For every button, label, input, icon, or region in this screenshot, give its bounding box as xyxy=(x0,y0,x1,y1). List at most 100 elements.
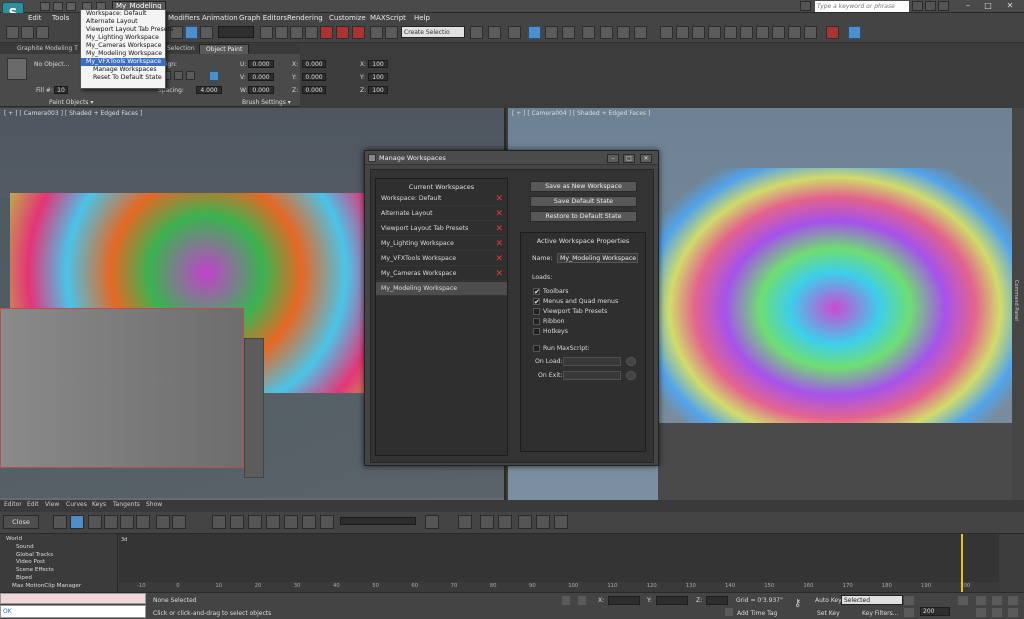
axis-yz-icon[interactable] xyxy=(740,26,753,39)
isolate-curve-icon[interactable] xyxy=(554,515,568,529)
track-node[interactable]: Video Post xyxy=(16,559,45,566)
track-key-area[interactable] xyxy=(119,534,999,582)
render-setup-icon[interactable] xyxy=(600,26,613,39)
layers-icon[interactable] xyxy=(508,26,521,39)
z-coord-field[interactable] xyxy=(706,596,728,605)
brush-settings-button[interactable]: Brush Settings ▾ xyxy=(242,99,291,106)
menu-item-cameras[interactable]: My_Cameras Workspace xyxy=(81,42,165,50)
auto-key-button[interactable]: Auto Key xyxy=(815,597,842,604)
dialog-maximize-icon[interactable]: □ xyxy=(623,154,635,163)
x-offset-field[interactable]: 0.000 xyxy=(302,60,326,68)
paint-objects-button[interactable]: Paint Objects ▾ xyxy=(49,99,93,106)
render-icon[interactable] xyxy=(634,26,647,39)
v-field[interactable]: 0.000 xyxy=(248,73,274,81)
material-editor-icon[interactable] xyxy=(582,26,595,39)
track-node[interactable]: Global Tracks xyxy=(16,552,53,559)
remove-workspace-icon[interactable]: ✕ xyxy=(495,238,503,250)
remove-workspace-icon[interactable]: ✕ xyxy=(495,268,503,280)
pan-view-icon[interactable] xyxy=(1008,596,1018,605)
workspace-list-item[interactable]: My_Cameras Workspace ✕ xyxy=(376,267,507,281)
load-option-checkbox[interactable]: ✔ xyxy=(533,288,540,296)
trackview-menu-keys[interactable]: Keys xyxy=(92,501,106,508)
axis-zx-icon[interactable] xyxy=(756,26,769,39)
time-config-icon[interactable] xyxy=(958,596,968,605)
save-default-state-button[interactable]: Save Default State xyxy=(530,196,637,207)
lock-icon[interactable] xyxy=(562,596,570,605)
menu-item-viewport-layout-tab-presets[interactable]: Viewport Layout Tab Presets xyxy=(81,26,173,34)
on-exit-browse-button[interactable] xyxy=(626,371,636,380)
zoom-icon[interactable] xyxy=(518,515,532,529)
angle-snap-icon[interactable] xyxy=(336,26,349,39)
maxscript-output[interactable]: OK xyxy=(0,605,146,618)
menu-customize[interactable]: Customize xyxy=(329,13,366,24)
y-scale-field[interactable]: 100 xyxy=(368,73,388,81)
selection-set-dropdown[interactable]: Create Selectio xyxy=(401,26,465,38)
select-region-icon[interactable] xyxy=(185,26,198,39)
mirror-icon[interactable] xyxy=(470,26,483,39)
minimize-icon[interactable]: – xyxy=(960,1,976,11)
trackview-menu-editor[interactable]: Editor xyxy=(4,501,22,508)
scale-icon[interactable] xyxy=(305,26,318,39)
menu-animation[interactable]: Animation xyxy=(202,13,238,24)
track-node[interactable]: Biped xyxy=(16,575,32,582)
menu-help[interactable]: Help xyxy=(414,13,430,24)
track-node[interactable]: Scene Effects xyxy=(16,567,54,574)
fill-field[interactable]: 10 xyxy=(54,86,68,94)
set-key-button[interactable]: Set Key xyxy=(817,610,840,617)
lock-selection-icon[interactable] xyxy=(425,515,439,529)
field-of-view-icon[interactable] xyxy=(976,608,986,617)
help-icon[interactable] xyxy=(938,1,949,11)
track-node[interactable]: Max MotionClip Manager xyxy=(12,583,81,590)
on-load-field[interactable] xyxy=(563,357,621,366)
align-y-icon[interactable] xyxy=(174,71,183,80)
maximize-icon[interactable]: □ xyxy=(980,1,996,11)
key-entry-field[interactable] xyxy=(340,517,416,525)
tab-graphite-modeling[interactable]: Graphite Modeling T xyxy=(17,44,78,54)
align-icon[interactable] xyxy=(488,26,501,39)
x-scale-field[interactable]: 100 xyxy=(368,60,388,68)
menu-item-vfxtools[interactable]: My_VFXTools Workspace xyxy=(81,58,165,66)
snaps-use-axis-icon[interactable] xyxy=(788,26,801,39)
tangent-slow-icon[interactable] xyxy=(266,515,280,529)
key-mode-toggle-icon[interactable] xyxy=(904,608,914,617)
schematic-view-icon[interactable] xyxy=(562,26,575,39)
star-icon[interactable] xyxy=(925,1,936,11)
on-exit-field[interactable] xyxy=(563,371,621,380)
w-field[interactable]: 0.000 xyxy=(248,86,274,94)
curve-editor-icon[interactable] xyxy=(545,26,558,39)
z-scale-field[interactable]: 100 xyxy=(368,86,388,94)
filters-icon[interactable] xyxy=(53,515,67,529)
remove-workspace-icon[interactable]: ✕ xyxy=(495,253,503,265)
maxscript-listener-input[interactable] xyxy=(0,593,146,604)
workspace-list-item[interactable]: Alternate Layout ✕ xyxy=(376,207,507,221)
axis-x-icon[interactable] xyxy=(660,26,673,39)
rotate-icon[interactable] xyxy=(290,26,303,39)
menu-rendering[interactable]: Rendering xyxy=(287,13,323,24)
zoom-value-icon[interactable] xyxy=(498,515,512,529)
open-file-icon[interactable] xyxy=(53,2,63,11)
run-maxscript-checkbox[interactable] xyxy=(533,345,540,352)
tangent-step-icon[interactable] xyxy=(284,515,298,529)
xy-plane-icon[interactable] xyxy=(804,26,817,39)
viewport-label[interactable]: [ + ] [ Camera003 ] [ Shaded + Edged Fac… xyxy=(4,110,142,117)
menu-item-manage-workspaces[interactable]: Manage Workspaces xyxy=(81,66,165,74)
trackview-menu-view[interactable]: View xyxy=(45,501,59,508)
time-ruler[interactable] xyxy=(119,582,999,592)
tangent-custom-icon[interactable] xyxy=(230,515,244,529)
key-mode-dropdown[interactable]: Selected xyxy=(841,595,903,605)
close-icon[interactable]: ✕ xyxy=(1002,1,1018,11)
percent-snap-icon[interactable] xyxy=(352,26,365,39)
on-load-browse-button[interactable] xyxy=(626,357,636,366)
menu-item-modeling[interactable]: My_Modeling Workspace xyxy=(81,50,165,58)
settings-icon[interactable] xyxy=(848,26,861,39)
menu-item-reset-default[interactable]: Reset To Default State xyxy=(81,74,165,82)
load-option-checkbox[interactable] xyxy=(533,318,540,325)
tangent-smooth-icon[interactable] xyxy=(320,515,334,529)
select-object-icon[interactable] xyxy=(260,26,273,39)
workspace-list-item[interactable]: My_VFXTools Workspace ✕ xyxy=(376,252,507,266)
link-icon[interactable] xyxy=(36,26,49,39)
time-tag-icon[interactable] xyxy=(725,608,733,616)
tab-selection[interactable]: Selection xyxy=(167,44,195,54)
workspace-list-item[interactable]: Workspace: Default ✕ xyxy=(376,192,507,206)
menu-maxscript[interactable]: MAXScript xyxy=(370,13,406,24)
